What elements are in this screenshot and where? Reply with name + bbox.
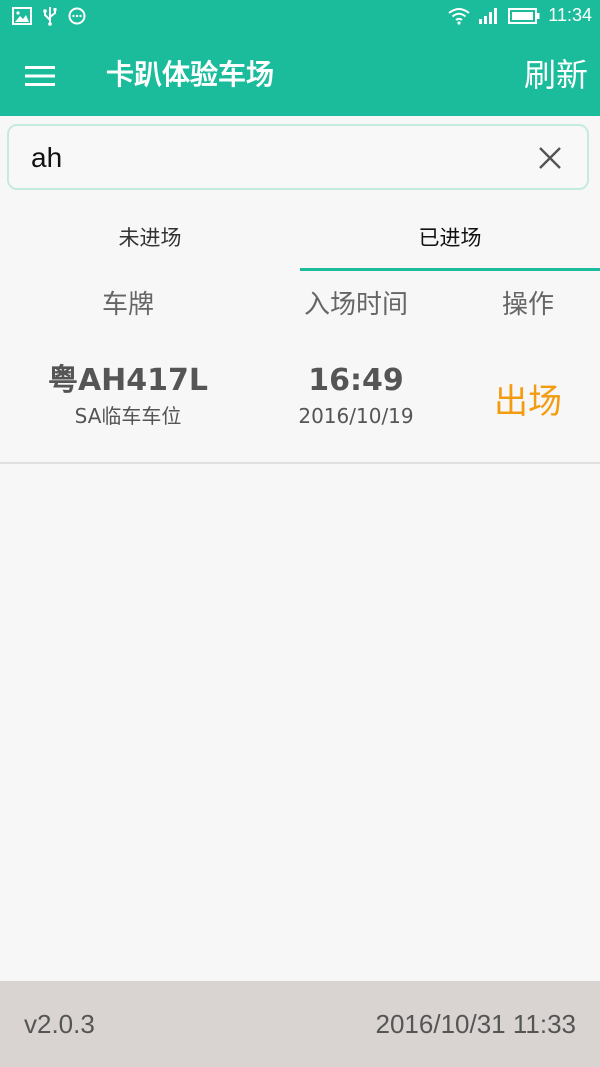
tab-entered[interactable]: 已进场 [300,204,600,272]
footer: v2.0.3 2016/10/31 11:33 [0,981,600,1067]
search-box [7,124,589,190]
status-time: 11:34 [548,5,592,25]
header-entry-time: 入场时间 [303,290,408,320]
page-title: 卡趴体验车场 [106,58,275,91]
status-right-icons: 11:34 [448,5,592,26]
row-divider [0,462,600,464]
table-header: 车牌 入场时间 操作 [0,272,600,338]
entry-time: 16:49 [308,363,404,398]
image-icon [12,7,32,25]
usb-icon [43,7,57,26]
tab-indicator [300,268,600,271]
tab-not-entered[interactable]: 未进场 [0,204,300,272]
message-icon [68,7,86,25]
search-input[interactable] [31,136,511,180]
tab-bar: 未进场 已进场 [0,204,600,272]
version-label: v2.0.3 [24,1009,95,1039]
entry-date: 2016/10/19 [298,404,414,428]
signal-icon [479,7,498,24]
table-row: 粤AH417L SA临车车位 16:49 2016/10/19 出场 [0,340,600,464]
app-bar: 卡趴体验车场 刷新 [0,36,600,116]
status-bar: 11:34 [0,0,600,36]
parking-space: SA临车车位 [74,404,182,428]
header-plate: 车牌 [101,290,154,320]
plate-number: 粤AH417L [47,363,209,398]
battery-icon [508,7,540,24]
footer-datetime: 2016/10/31 11:33 [375,1009,576,1039]
menu-icon [25,66,55,86]
close-icon[interactable] [537,145,563,171]
refresh-button[interactable]: 刷新 [524,55,588,95]
menu-button[interactable] [20,58,60,94]
wifi-icon [448,7,470,25]
exit-button[interactable]: 出场 [456,378,600,426]
status-left-icons [12,6,86,26]
header-action: 操作 [501,290,554,320]
